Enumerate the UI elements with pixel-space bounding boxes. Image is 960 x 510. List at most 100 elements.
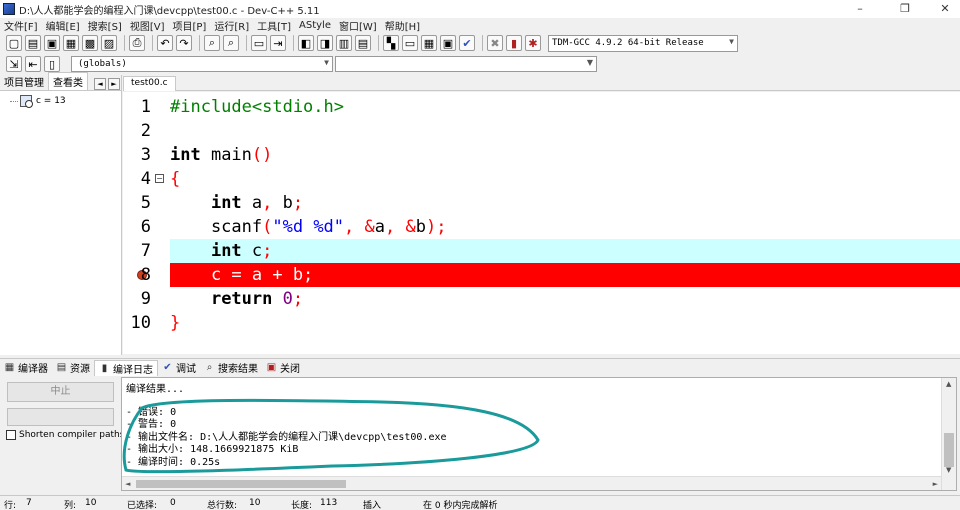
minimize-button[interactable]: – bbox=[845, 0, 875, 18]
status-parse-info: 在 0 秒内完成解析 bbox=[423, 501, 498, 510]
devcpp-app-icon bbox=[3, 3, 15, 15]
save-all-icon[interactable]: ▦ bbox=[63, 35, 79, 51]
line-number: 6 bbox=[140, 217, 151, 237]
tab-classes[interactable]: 查看类 bbox=[48, 72, 88, 90]
tab-close[interactable]: ▣ 关闭 bbox=[262, 360, 304, 376]
scroll-up-icon[interactable]: ▲ bbox=[946, 380, 951, 388]
toggle-bookmark-icon[interactable]: ⇤ bbox=[25, 56, 41, 72]
code-text: c = a + b; bbox=[170, 265, 314, 285]
menu-tools[interactable]: 工具[T] bbox=[253, 18, 295, 33]
compile-icon[interactable]: ▦ bbox=[421, 35, 437, 51]
compile-log[interactable]: 编译结果... - 错误: 0 - 警告: 0 - 输出文件名: D:\人人都能… bbox=[121, 377, 957, 491]
close-all-icon[interactable]: ▨ bbox=[101, 35, 117, 51]
chart-icon: ▮ bbox=[101, 362, 108, 374]
tab-label: 搜索结果 bbox=[218, 364, 258, 375]
scrollbar-thumb[interactable] bbox=[944, 433, 954, 467]
code-line: 4 − { bbox=[123, 167, 960, 191]
file-tab[interactable]: test00.c bbox=[123, 76, 176, 91]
stop-icon[interactable]: ✖ bbox=[487, 35, 503, 51]
scope-select-value: (globals) bbox=[78, 59, 127, 69]
project-view-icon[interactable]: ▭ bbox=[402, 35, 418, 51]
shorten-paths-label: Shorten compiler paths bbox=[19, 430, 125, 440]
check-syntax-icon[interactable]: ✔ bbox=[459, 35, 475, 51]
shorten-paths-option[interactable]: Shorten compiler paths bbox=[6, 430, 124, 440]
status-sel-label: 已选择: bbox=[127, 501, 158, 510]
menu-help[interactable]: 帮助[H] bbox=[381, 18, 424, 33]
save-icon[interactable]: ▣ bbox=[44, 35, 60, 51]
collapse-icon[interactable]: ▤ bbox=[355, 35, 371, 51]
tab-search-results[interactable]: ⌕ 搜索结果 bbox=[200, 360, 262, 376]
redo-icon[interactable]: ↷ bbox=[176, 35, 192, 51]
fold-toggle-icon[interactable]: − bbox=[155, 174, 164, 183]
scroll-right-icon[interactable]: ► bbox=[933, 480, 938, 488]
tab-compile-log[interactable]: ▮ 编译日志 bbox=[94, 359, 158, 376]
scroll-left-icon[interactable]: ◄ bbox=[125, 480, 130, 488]
status-length-value: 113 bbox=[320, 498, 338, 508]
shorten-paths-checkbox[interactable] bbox=[6, 430, 16, 440]
annotation-circle bbox=[122, 398, 540, 474]
chart-icon[interactable]: ▮ bbox=[506, 35, 522, 51]
toolbar-separator bbox=[378, 35, 379, 51]
scroll-down-icon[interactable]: ▼ bbox=[946, 466, 951, 474]
open-file-icon[interactable]: ▤ bbox=[25, 35, 41, 51]
tab-next-icon[interactable]: ► bbox=[108, 78, 120, 90]
code-text: #include<stdio.h> bbox=[170, 95, 344, 119]
log-vertical-scrollbar[interactable]: ▲ ▼ bbox=[941, 378, 956, 490]
maximize-button[interactable]: ❐ bbox=[890, 0, 920, 18]
log-horizontal-scrollbar[interactable]: ◄ ► bbox=[122, 476, 941, 490]
current-line-highlight bbox=[170, 239, 960, 263]
line-number: 5 bbox=[140, 193, 151, 213]
menu-view[interactable]: 视图[V] bbox=[126, 18, 169, 33]
member-select[interactable]: ▼ bbox=[335, 56, 597, 72]
main-toolbar: ▢ ▤ ▣ ▦ ▩ ▨ ⎙ ↶ ↷ ⌕ ⌕ ▭ ⇥ ◧ ◨ ▥ ▤ ▚ ▭ ▦ … bbox=[0, 33, 960, 53]
menu-astyle[interactable]: AStyle bbox=[295, 20, 335, 31]
line-number: 3 bbox=[140, 145, 151, 165]
tab-project[interactable]: 项目管理 bbox=[0, 73, 48, 90]
debug-icon[interactable]: ✱ bbox=[525, 35, 541, 51]
code-line: 5 int a, b; bbox=[123, 191, 960, 215]
close-panel-icon: ▣ bbox=[266, 362, 277, 373]
toggle-comment-icon[interactable]: ▥ bbox=[336, 35, 352, 51]
indent-icon[interactable]: ◨ bbox=[317, 35, 333, 51]
tree-item-variable[interactable]: c = 13 bbox=[10, 95, 66, 108]
menu-run[interactable]: 运行[R] bbox=[210, 18, 253, 33]
menu-search[interactable]: 搜索[S] bbox=[84, 18, 126, 33]
menu-window[interactable]: 窗口[W] bbox=[335, 18, 381, 33]
insert-icon[interactable]: ⇲ bbox=[6, 56, 22, 72]
toolbar-separator bbox=[199, 35, 200, 51]
compiler-select[interactable]: TDM-GCC 4.9.2 64-bit Release ▼ bbox=[548, 34, 738, 52]
find-icon[interactable]: ⌕ bbox=[204, 35, 220, 51]
resource-icon: ▤ bbox=[56, 362, 67, 373]
goto-line-icon[interactable]: ▭ bbox=[251, 35, 267, 51]
goto-bookmark-icon[interactable]: ▯ bbox=[44, 56, 60, 72]
scope-select[interactable]: (globals) ▼ bbox=[71, 56, 333, 72]
abort-button[interactable]: 中止 bbox=[7, 382, 114, 402]
chevron-down-icon: ▼ bbox=[729, 36, 734, 46]
menu-project[interactable]: 项目[P] bbox=[169, 18, 211, 33]
bottom-panel-tabs: ▦ 编译器 ▤ 资源 ▮ 编译日志 ✔ 调试 ⌕ 搜索结果 ▣ 关闭 bbox=[0, 358, 960, 376]
check-icon: ✔ bbox=[163, 362, 172, 373]
close-button[interactable]: ✕ bbox=[930, 0, 960, 18]
scrollbar-thumb[interactable] bbox=[136, 480, 346, 488]
new-project-icon[interactable]: ▚ bbox=[383, 35, 399, 51]
undo-icon[interactable]: ↶ bbox=[157, 35, 173, 51]
tab-compiler[interactable]: ▦ 编译器 bbox=[0, 360, 52, 376]
code-editor[interactable]: 1 #include<stdio.h> 2 3 int main() 4 − {… bbox=[123, 92, 960, 354]
line-number: 7 bbox=[140, 241, 151, 261]
tab-debug[interactable]: ✔ 调试 bbox=[158, 360, 200, 376]
tab-prev-icon[interactable]: ◄ bbox=[94, 78, 106, 90]
menu-file[interactable]: 文件[F] bbox=[0, 18, 42, 33]
bookmark-icon[interactable]: ⇥ bbox=[270, 35, 286, 51]
new-file-icon[interactable]: ▢ bbox=[6, 35, 22, 51]
editor-tabs: test00.c bbox=[123, 75, 960, 91]
line-number: 2 bbox=[140, 121, 151, 141]
code-text: int a, b; bbox=[210, 193, 304, 213]
close-file-icon[interactable]: ▩ bbox=[82, 35, 98, 51]
menu-edit[interactable]: 编辑[E] bbox=[42, 18, 84, 33]
replace-icon[interactable]: ⌕ bbox=[223, 35, 239, 51]
unindent-icon[interactable]: ◧ bbox=[298, 35, 314, 51]
tab-resources[interactable]: ▤ 资源 bbox=[52, 360, 94, 376]
print-icon[interactable]: ⎙ bbox=[129, 35, 145, 51]
status-col-value: 10 bbox=[85, 498, 97, 508]
compile-run-icon[interactable]: ▣ bbox=[440, 35, 456, 51]
